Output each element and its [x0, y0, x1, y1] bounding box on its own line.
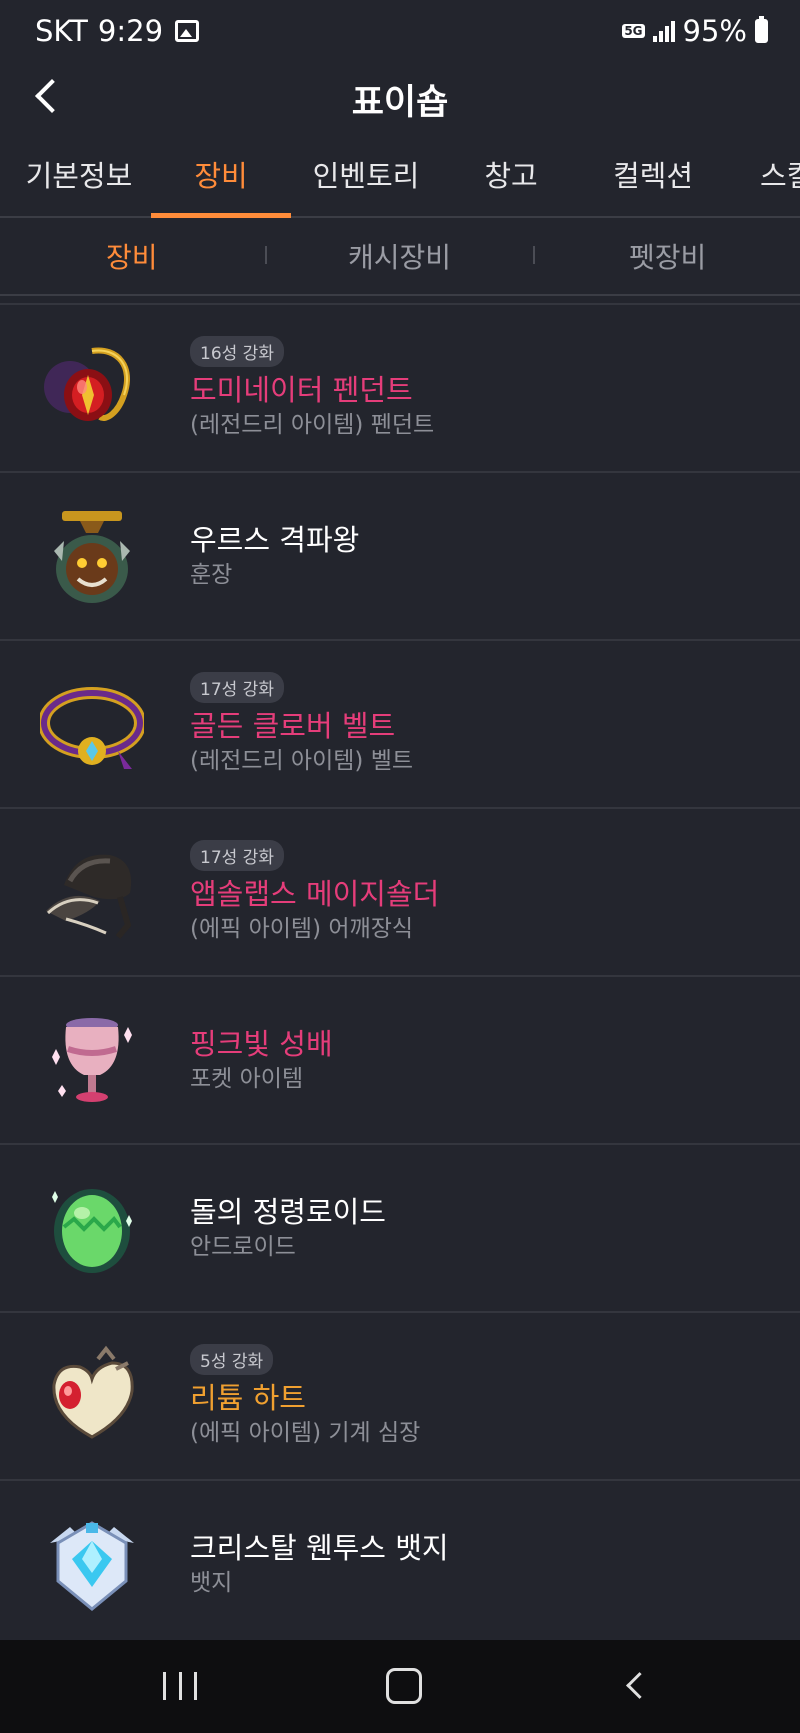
system-back-button[interactable] [620, 1670, 650, 1700]
app-screen: SKT 9:29 5G 95% 표이숍 기본정보 장비 인벤토리 창고 컬렉션 … [0, 0, 800, 1733]
page-title: 표이숍 [351, 83, 449, 123]
clock: 9:29 [97, 14, 164, 48]
list-item[interactable]: 핑크빛 성배 포켓 아이템 [0, 977, 800, 1145]
app-header: 표이숍 [0, 60, 800, 132]
subtab-divider [533, 246, 535, 264]
item-description: 안드로이드 [190, 1234, 296, 1260]
heart-icon [52, 1345, 134, 1439]
tab-collection[interactable]: 컬렉션 [598, 150, 708, 216]
item-text: 우르스 격파왕 훈장 [190, 473, 359, 639]
tab-basic-info[interactable]: 기본정보 [14, 150, 144, 216]
list-item[interactable]: 5성 강화 리튬 하트 (에픽 아이템) 기계 심장 [0, 1313, 800, 1481]
subtab-equipment[interactable]: 장비 [106, 236, 158, 276]
subtab-pet-equipment[interactable]: 펫장비 [629, 236, 706, 276]
enhance-badge: 17성 강화 [190, 671, 284, 703]
subtab-cash-equipment[interactable]: 캐시장비 [348, 236, 451, 276]
badge-icon [50, 1521, 134, 1611]
image-notification-icon [175, 20, 200, 42]
list-item[interactable]: 17성 강화 골든 클로버 벨트 (레전드리 아이템) 벨트 [0, 641, 800, 809]
carrier-label: SKT [35, 14, 88, 48]
item-name: 크리스탈 웬투스 뱃지 [190, 1531, 449, 1565]
tab-inventory[interactable]: 인벤토리 [300, 150, 432, 216]
item-text: 크리스탈 웬투스 뱃지 뱃지 [190, 1481, 449, 1647]
signal-icon [652, 20, 675, 42]
enhance-badge: 16성 강화 [190, 335, 284, 367]
enhance-badge: 5성 강화 [190, 1343, 274, 1375]
status-left: SKT 9:29 [35, 14, 200, 48]
item-name: 앱솔랩스 메이지숄더 [190, 876, 440, 911]
home-button[interactable] [386, 1668, 422, 1704]
pendant-icon [44, 347, 130, 421]
egg-icon [52, 1189, 132, 1273]
item-name: 돌의 정령로이드 [190, 1195, 386, 1229]
list-item[interactable]: 17성 강화 앱솔랩스 메이지숄더 (에픽 아이템) 어깨장식 [0, 809, 800, 977]
battery-icon [755, 16, 768, 43]
tab-equipment[interactable]: 장비 [151, 150, 291, 218]
item-name: 우르스 격파왕 [190, 523, 360, 557]
item-description: (레전드리 아이템) 벨트 [190, 747, 414, 774]
network-type-icon: 5G [622, 24, 645, 38]
item-description: (에픽 아이템) 어깨장식 [190, 915, 414, 942]
sub-tab-bar: 장비 캐시장비 펫장비 [0, 218, 800, 296]
item-text: 핑크빛 성배 포켓 아이템 [190, 977, 333, 1143]
status-bar: SKT 9:29 5G 95% [0, 0, 800, 60]
item-name: 골든 클로버 벨트 [190, 708, 396, 743]
tab-storage[interactable]: 창고 [470, 150, 552, 216]
item-description: (에픽 아이템) 기계 심장 [190, 1419, 421, 1446]
status-right: 5G 95% [622, 14, 768, 48]
medal-icon [54, 511, 130, 603]
recent-apps-button[interactable] [163, 1672, 197, 1700]
list-item[interactable]: 우르스 격파왕 훈장 [0, 473, 800, 641]
item-text: 17성 강화 골든 클로버 벨트 (레전드리 아이템) 벨트 [190, 641, 413, 807]
item-description: 훈장 [190, 562, 233, 588]
list-item[interactable]: 돌의 정령로이드 안드로이드 [0, 1145, 800, 1313]
battery-percent: 95% [682, 14, 747, 48]
item-name: 리튬 하트 [190, 1380, 306, 1415]
list-item[interactable]: 크리스탈 웬투스 뱃지 뱃지 [0, 1481, 800, 1647]
item-name: 도미네이터 펜던트 [190, 372, 413, 407]
item-text: 17성 강화 앱솔랩스 메이지숄더 (에픽 아이템) 어깨장식 [190, 809, 439, 975]
item-text: 5성 강화 리튬 하트 (에픽 아이템) 기계 심장 [190, 1313, 420, 1479]
item-text: 돌의 정령로이드 안드로이드 [190, 1145, 386, 1311]
system-nav-bar [0, 1640, 800, 1733]
item-description: 뱃지 [190, 1570, 233, 1596]
item-name: 핑크빛 성배 [190, 1027, 333, 1061]
equipment-list: 16성 강화 도미네이터 펜던트 (레전드리 아이템) 펜던트 우르스 격파왕 … [0, 305, 800, 1647]
tab-skill[interactable]: 스킬 [760, 150, 800, 216]
item-text: 16성 강화 도미네이터 펜던트 (레전드리 아이템) 펜던트 [190, 305, 434, 471]
grail-icon [52, 1018, 132, 1102]
subtab-divider [265, 246, 267, 264]
item-description: 포켓 아이템 [190, 1066, 304, 1092]
list-item[interactable]: 16성 강화 도미네이터 펜던트 (레전드리 아이템) 펜던트 [0, 305, 800, 473]
shoulder-icon [46, 854, 132, 939]
main-tab-bar: 기본정보 장비 인벤토리 창고 컬렉션 스킬 [0, 150, 800, 218]
belt-icon [40, 687, 144, 769]
enhance-badge: 17성 강화 [190, 839, 284, 871]
item-description: (레전드리 아이템) 펜던트 [190, 411, 435, 438]
